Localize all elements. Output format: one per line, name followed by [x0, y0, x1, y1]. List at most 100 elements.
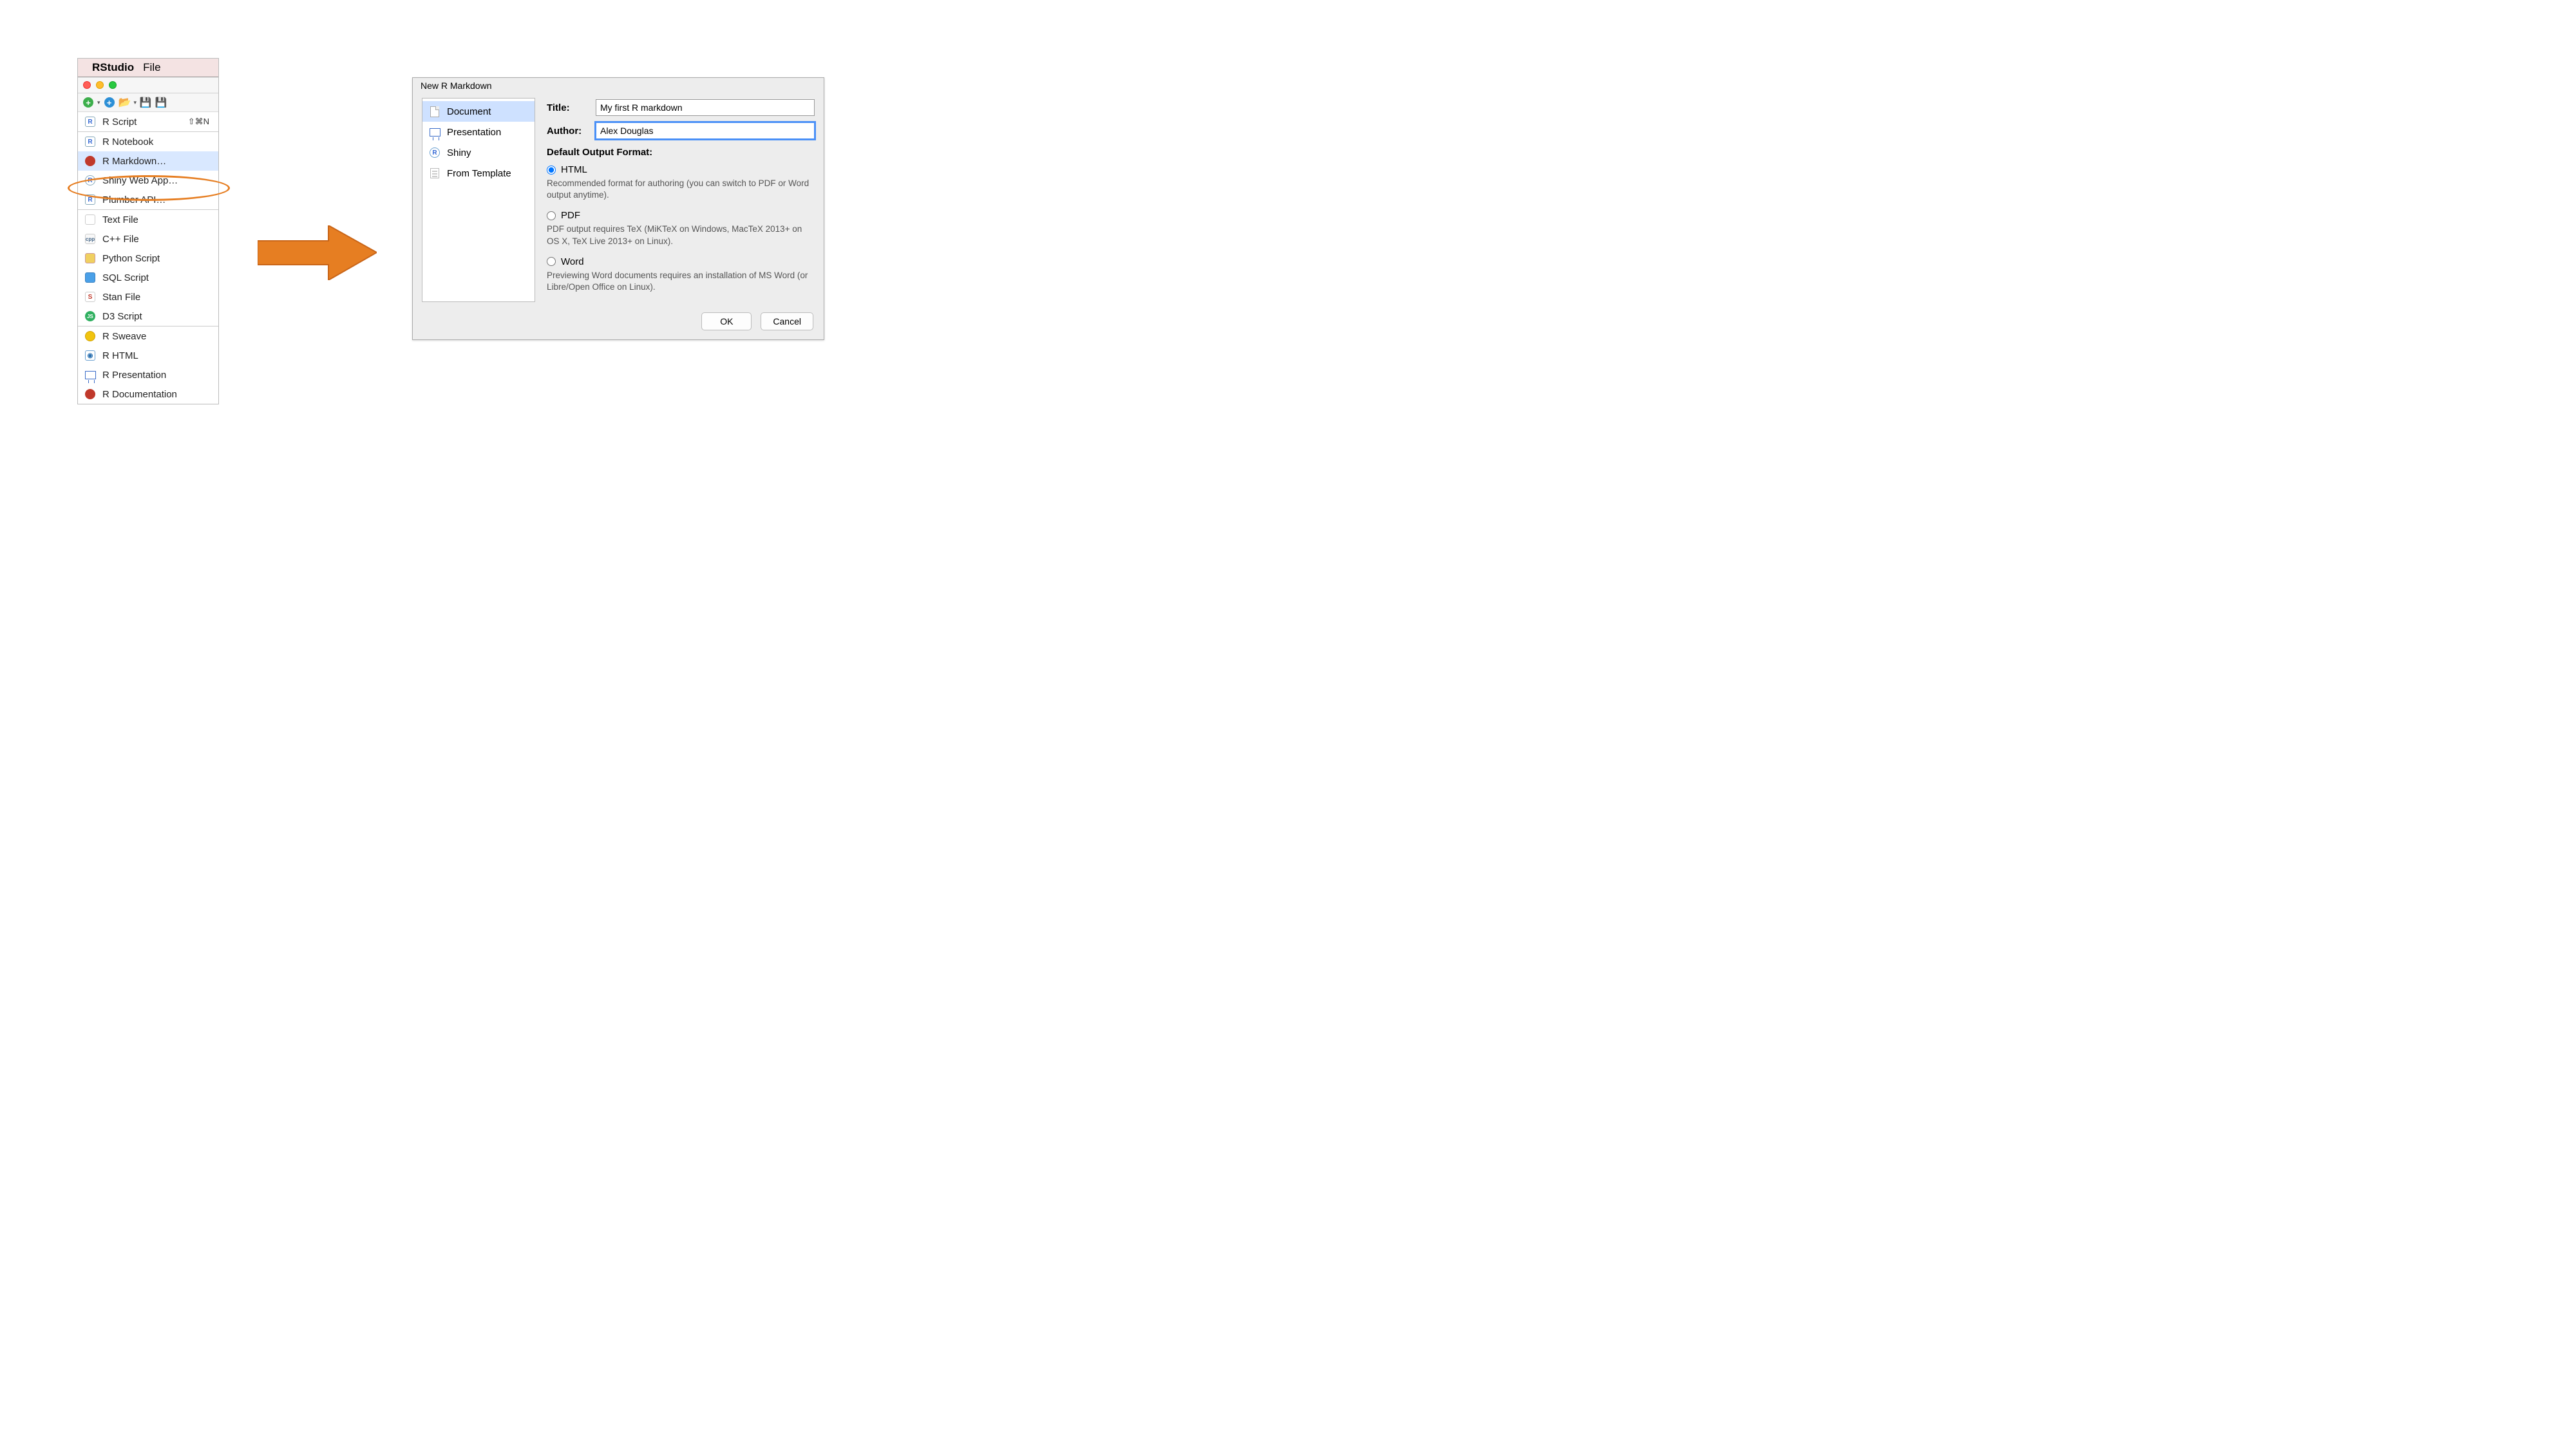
- radio-help: Previewing Word documents requires an in…: [547, 270, 815, 293]
- menu-item-plumber-api[interactable]: R Plumber API…: [78, 190, 218, 209]
- menu-item-r-script[interactable]: R R Script ⇧⌘N: [78, 112, 218, 131]
- menu-item-r-presentation[interactable]: R Presentation: [78, 365, 218, 384]
- html-icon: ◉: [85, 350, 95, 361]
- radio-html[interactable]: [547, 166, 556, 175]
- shiny-icon: R: [430, 147, 440, 158]
- menu-item-text-file[interactable]: Text File: [78, 210, 218, 229]
- menu-file[interactable]: File: [143, 61, 160, 74]
- python-icon: [85, 253, 95, 263]
- menu-item-label: Plumber API…: [102, 194, 166, 205]
- close-icon[interactable]: [83, 81, 91, 89]
- radio-group-pdf: PDF PDF output requires TeX (MiKTeX on W…: [547, 210, 815, 247]
- d3-icon: JS: [85, 311, 95, 321]
- new-file-list: R R Script ⇧⌘N R R Notebook R Markdown… …: [78, 112, 218, 404]
- menu-item-label: R Script: [102, 117, 137, 128]
- menu-item-label: Stan File: [102, 292, 140, 303]
- radio-pdf[interactable]: [547, 211, 556, 220]
- radio-group-html: HTML Recommended format for authoring (y…: [547, 164, 815, 201]
- rstudio-newfile-menu: RStudio File + ▾ + 📂 ▾ 💾 💾 R R Script ⇧⌘…: [77, 58, 219, 404]
- menu-item-shortcut: ⇧⌘N: [188, 117, 209, 127]
- menu-item-label: C++ File: [102, 234, 139, 245]
- menu-item-label: D3 Script: [102, 311, 142, 322]
- menu-item-label: R Markdown…: [102, 156, 166, 167]
- menu-item-label: R HTML: [102, 350, 138, 361]
- type-item-document[interactable]: Document: [422, 101, 535, 122]
- radio-label: HTML: [561, 164, 587, 175]
- arrow-annotation: [258, 225, 377, 280]
- title-input[interactable]: [596, 99, 815, 116]
- type-item-label: From Template: [447, 168, 511, 179]
- menu-item-sql-script[interactable]: SQL Script: [78, 268, 218, 287]
- menu-item-cpp-file[interactable]: cpp C++ File: [78, 229, 218, 249]
- menu-item-r-html[interactable]: ◉ R HTML: [78, 346, 218, 365]
- ok-button[interactable]: OK: [701, 312, 752, 330]
- radio-help: Recommended format for authoring (you ca…: [547, 178, 815, 201]
- save-all-icon[interactable]: 💾: [155, 96, 167, 109]
- menu-item-label: R Documentation: [102, 389, 177, 400]
- document-icon: [430, 106, 439, 117]
- menu-item-stan-file[interactable]: S Stan File: [78, 287, 218, 307]
- output-format-heading: Default Output Format:: [547, 147, 815, 158]
- menu-item-d3-script[interactable]: JS D3 Script: [78, 307, 218, 326]
- menu-item-r-sweave[interactable]: R Sweave: [78, 327, 218, 346]
- plus-icon: +: [83, 97, 93, 108]
- title-label: Title:: [547, 102, 588, 113]
- type-item-presentation[interactable]: Presentation: [422, 122, 535, 142]
- new-project-button[interactable]: +: [103, 96, 116, 109]
- documentation-icon: [85, 389, 95, 399]
- sweave-icon: [85, 331, 95, 341]
- minimize-icon[interactable]: [96, 81, 104, 89]
- dialog-buttons: OK Cancel: [413, 302, 824, 339]
- menu-item-python-script[interactable]: Python Script: [78, 249, 218, 268]
- menu-item-label: R Notebook: [102, 137, 153, 147]
- author-label: Author:: [547, 126, 588, 137]
- template-icon: [430, 168, 439, 178]
- cancel-button[interactable]: Cancel: [761, 312, 813, 330]
- rstudio-toolbar: + ▾ + 📂 ▾ 💾 💾: [78, 93, 218, 112]
- type-item-shiny[interactable]: R Shiny: [422, 142, 535, 163]
- sql-icon: [85, 272, 95, 283]
- new-r-markdown-dialog: New R Markdown Document Presentation R S…: [412, 77, 824, 340]
- notebook-icon: R: [85, 137, 95, 147]
- open-folder-icon[interactable]: 📂: [118, 96, 131, 109]
- zoom-icon[interactable]: [109, 81, 117, 89]
- type-item-label: Shiny: [447, 147, 471, 158]
- stan-icon: S: [85, 292, 95, 302]
- menu-item-label: SQL Script: [102, 272, 149, 283]
- radio-group-word: Word Previewing Word documents requires …: [547, 256, 815, 293]
- type-item-label: Document: [447, 106, 491, 117]
- menu-item-label: Shiny Web App…: [102, 175, 178, 186]
- cpp-icon: cpp: [85, 234, 95, 244]
- presentation-icon: [430, 128, 440, 137]
- shiny-icon: R: [85, 175, 95, 185]
- plus-icon: +: [104, 97, 115, 108]
- menu-item-r-notebook[interactable]: R R Notebook: [78, 132, 218, 151]
- window-traffic-lights: [78, 77, 218, 93]
- dialog-type-list: Document Presentation R Shiny From Templ…: [422, 98, 535, 302]
- radio-label: PDF: [561, 210, 580, 221]
- type-item-from-template[interactable]: From Template: [422, 163, 535, 184]
- new-file-button[interactable]: +: [82, 96, 95, 109]
- menu-item-label: Text File: [102, 214, 138, 225]
- radio-word[interactable]: [547, 257, 556, 266]
- text-file-icon: [85, 214, 95, 225]
- dialog-title: New R Markdown: [413, 78, 824, 98]
- type-item-label: Presentation: [447, 127, 501, 138]
- menu-item-shiny-web-app[interactable]: R Shiny Web App…: [78, 171, 218, 190]
- radio-label: Word: [561, 256, 584, 267]
- menu-item-label: Python Script: [102, 253, 160, 264]
- dropdown-icon[interactable]: ▾: [134, 99, 137, 106]
- menu-item-r-markdown[interactable]: R Markdown…: [78, 151, 218, 171]
- save-icon[interactable]: 💾: [139, 96, 152, 109]
- author-input[interactable]: [596, 122, 815, 139]
- plumber-icon: R: [85, 194, 95, 205]
- app-name: RStudio: [92, 61, 134, 74]
- rmarkdown-icon: [85, 156, 95, 166]
- macos-menubar: RStudio File: [78, 59, 218, 77]
- dropdown-icon[interactable]: ▾: [97, 99, 100, 106]
- presentation-icon: [85, 371, 96, 379]
- menu-item-r-documentation[interactable]: R Documentation: [78, 384, 218, 404]
- menu-item-label: R Sweave: [102, 331, 146, 342]
- r-icon: R: [85, 117, 95, 127]
- menu-item-label: R Presentation: [102, 370, 166, 381]
